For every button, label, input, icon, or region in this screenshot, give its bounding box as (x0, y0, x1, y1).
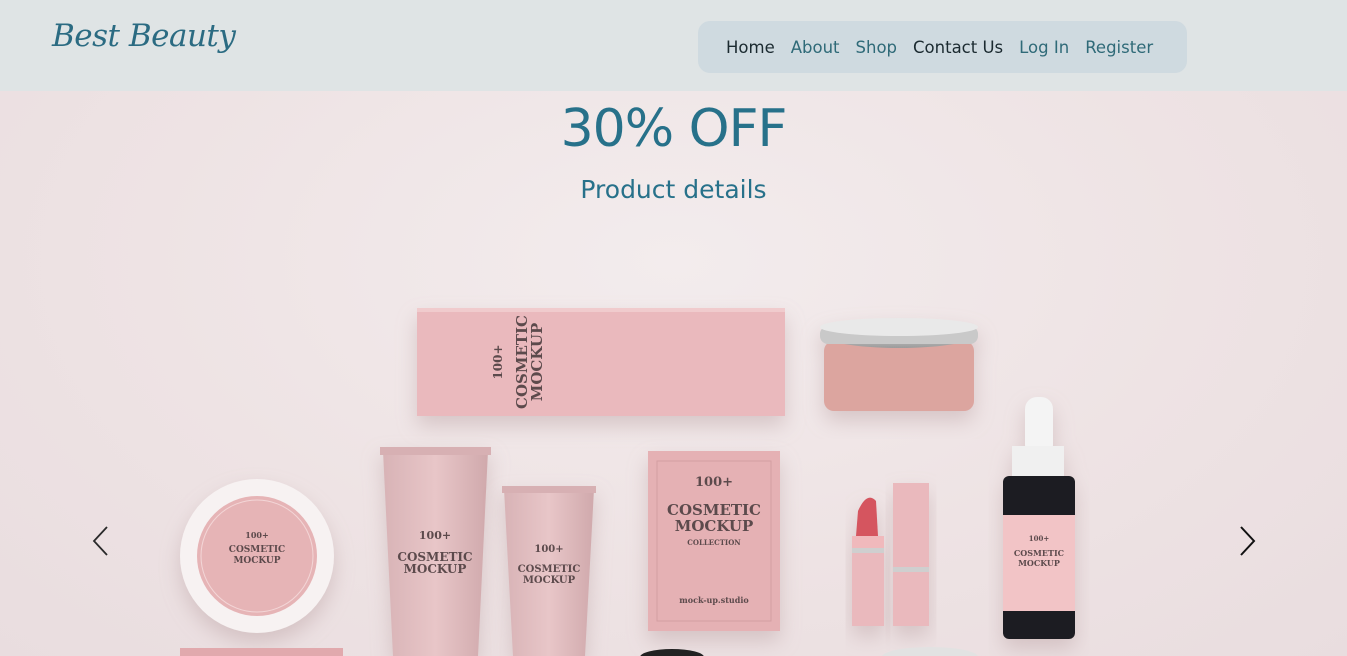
compact-brand-text: 100+ (245, 530, 268, 540)
compact-title-line2: MOCKUP (233, 556, 280, 566)
sachet-studio: mock-up.studio (679, 595, 749, 605)
product-box (417, 308, 785, 416)
carousel-next-button[interactable] (1232, 521, 1262, 561)
box-title-line2: MOCKUP (528, 323, 546, 401)
product-details-link[interactable]: Product details (0, 175, 1347, 204)
nav-link-contact[interactable]: Contact Us (913, 38, 1003, 57)
site-header: Best Beauty Home About Shop Contact Us L… (0, 0, 1347, 91)
product-bottom-jar (882, 647, 978, 656)
box-brand-text: 100+ (491, 344, 505, 379)
tube-small-title2: MOCKUP (523, 575, 576, 586)
promo-headline: 30% OFF (560, 99, 788, 159)
sachet-brand: 100+ (695, 475, 733, 490)
bottle-title1: COSMETIC (1014, 548, 1064, 558)
product-lipstick-open (852, 497, 884, 626)
sachet-title2: MOCKUP (675, 517, 753, 535)
nav-link-home[interactable]: Home (726, 38, 775, 57)
nav-link-about[interactable]: About (791, 38, 840, 57)
nav-link-register[interactable]: Register (1085, 38, 1153, 57)
tube-large-title2: MOCKUP (404, 562, 467, 576)
carousel-prev-button[interactable] (86, 521, 116, 561)
product-jar (820, 318, 978, 411)
nav-link-shop[interactable]: Shop (856, 38, 898, 57)
product-brush (640, 649, 704, 656)
tube-large-brand: 100+ (419, 529, 451, 542)
tube-small-brand: 100+ (534, 544, 563, 555)
product-compact: 100+ COSMETIC MOCKUP (180, 479, 334, 633)
chevron-right-icon (1240, 526, 1256, 556)
brand-logo[interactable]: Best Beauty (52, 18, 236, 54)
bottle-title2: MOCKUP (1018, 558, 1060, 568)
product-dropper-bottle (1003, 397, 1075, 639)
main-nav: Home About Shop Contact Us Log In Regist… (698, 21, 1187, 73)
tube-small-title1: COSMETIC (518, 564, 581, 575)
bottle-brand: 100+ (1029, 534, 1050, 543)
product-lipstick-closed (893, 483, 929, 626)
compact-title-line1: COSMETIC (229, 545, 285, 555)
hero-carousel: 100+ COSMETIC MOCKUP 100+ COSMETIC MOCKU… (0, 91, 1347, 656)
product-bottom-box (180, 648, 343, 656)
chevron-left-icon (92, 526, 108, 556)
sachet-collection: COLLECTION (687, 538, 741, 547)
nav-link-login[interactable]: Log In (1019, 38, 1069, 57)
